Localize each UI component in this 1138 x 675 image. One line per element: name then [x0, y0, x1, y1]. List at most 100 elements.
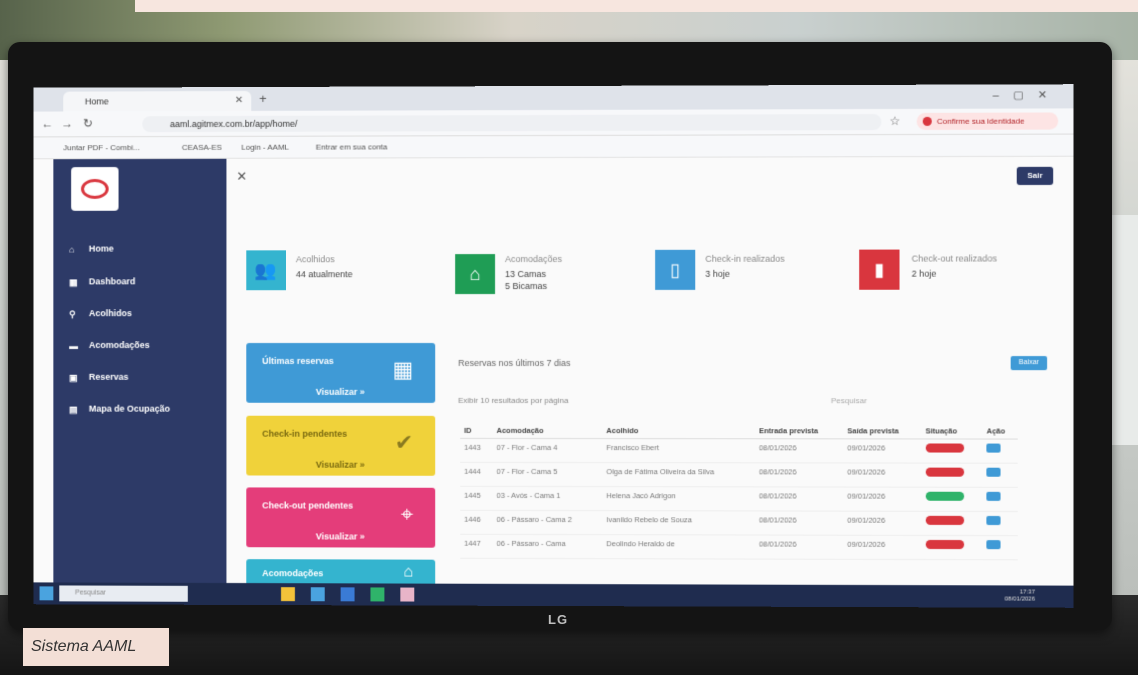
bookmark-item[interactable]: Login - AAML	[241, 143, 289, 152]
url-field[interactable]: aaml.agitmex.com.br/app/home/	[142, 113, 882, 133]
cell-entrada: 08/01/2026	[754, 510, 844, 536]
taskbar-search[interactable]: Pesquisar	[59, 585, 188, 602]
taskbar-app-icon[interactable]	[310, 587, 325, 602]
table-header-row: ID Acomodação Acolhido Entrada prevista …	[460, 422, 1018, 440]
taskbar-app-icon[interactable]	[400, 587, 415, 602]
taskbar-app-icon[interactable]	[281, 587, 295, 602]
page-size-control[interactable]: Exibir 10 resultados por página	[458, 396, 568, 405]
bookmark-item[interactable]: CEASA-ES	[182, 143, 222, 152]
card-link[interactable]: Visualizar »	[316, 387, 365, 397]
per-page-select[interactable]: 10	[480, 396, 489, 405]
search-field[interactable]: Pesquisar	[831, 396, 867, 405]
view-action-button[interactable]	[986, 540, 1001, 550]
sidebar-item-label: Acomodações	[88, 340, 150, 350]
user-icon: ⚲	[69, 308, 76, 319]
browser-tab[interactable]: Home ✕	[63, 91, 252, 112]
sidebar-item-acomodacoes[interactable]: ▬ Acomodações	[69, 340, 150, 350]
sidebar-item-dashboard[interactable]: ▦ Dashboard	[69, 276, 135, 286]
bookmark-item[interactable]: Juntar PDF - Combi...	[63, 143, 139, 152]
cell-saida: 09/01/2026	[843, 462, 922, 488]
table-row: 1446 06 - Pássaro - Cama 2 Ivanildo Rebe…	[460, 510, 1018, 536]
stat-value-camas: 13 Camas	[505, 269, 547, 280]
status-badge	[925, 443, 964, 453]
logout-button[interactable]: Sair	[1016, 166, 1054, 186]
cell-entrada: 08/01/2026	[754, 535, 844, 560]
app-main: ⌂ Home ▦ Dashboard ⚲ Acolhidos ▬ Acomodações…	[33, 156, 1074, 608]
card-title: Acomodações	[262, 568, 324, 579]
calendar-icon: ▦	[392, 356, 414, 382]
cell-entrada: 08/01/2026	[754, 462, 844, 488]
back-icon[interactable]: ←	[42, 117, 54, 131]
calendar-icon: ▣	[69, 372, 78, 383]
browser-address-bar: ← → ↻ aaml.agitmex.com.br/app/home/ ☆ Co…	[33, 108, 1074, 138]
identity-button[interactable]: Confirme sua identidade	[916, 112, 1059, 130]
tab-title: Home	[84, 96, 109, 107]
cell-status	[921, 438, 983, 464]
status-badge	[925, 467, 964, 477]
cell-entrada: 08/01/2026	[754, 486, 844, 512]
window-controls[interactable]: –▢✕	[993, 88, 1062, 101]
column-header[interactable]: ID	[460, 422, 493, 439]
app-logo[interactable]	[71, 167, 119, 211]
taskbar-clock[interactable]: 17:37 08/01/2026	[1005, 589, 1035, 603]
reload-icon[interactable]: ↻	[83, 116, 93, 130]
stat-value-checkout: 2 hoje	[911, 268, 937, 279]
sidebar-item-label: Dashboard	[88, 276, 136, 287]
door-icon: ▯	[655, 249, 696, 290]
column-header[interactable]: Situação	[921, 423, 983, 440]
new-tab-icon[interactable]: +	[259, 91, 267, 106]
sidebar-item-acolhidos[interactable]: ⚲ Acolhidos	[69, 308, 132, 318]
view-action-button[interactable]	[986, 491, 1001, 501]
sidebar-item-home[interactable]: ⌂ Home	[69, 244, 113, 254]
header-band	[135, 0, 1138, 12]
reservations-table: ID Acomodação Acolhido Entrada prevista …	[460, 422, 1018, 560]
stat-value-checkin: 3 hoje	[705, 268, 730, 279]
download-label: Baixar	[1018, 359, 1039, 367]
table-row: 1444 07 - Flor - Cama 5 Olga de Fátima O…	[460, 462, 1018, 488]
card-checkin-pendentes[interactable]: Check-in pendentes ✔ Visualizar »	[246, 415, 436, 476]
view-action-button[interactable]	[986, 515, 1001, 526]
monitor-screen: Home ✕ + –▢✕ ← → ↻ aaml.agitmex.com.br/a…	[33, 84, 1074, 608]
column-header[interactable]: Saída prevista	[843, 423, 922, 439]
close-sidebar-icon[interactable]: ✕	[236, 169, 247, 185]
cell-status	[921, 535, 983, 560]
view-action-button[interactable]	[986, 443, 1001, 453]
cell-status	[921, 487, 983, 512]
cell-action	[982, 439, 1018, 464]
cell-acolhido: Francisco Ebert	[602, 438, 755, 463]
view-action-button[interactable]	[986, 467, 1001, 477]
bookmark-star-icon[interactable]: ☆	[889, 114, 900, 128]
column-header[interactable]: Acolhido	[602, 423, 755, 439]
photo-caption: Sistema AAML	[23, 628, 169, 666]
sidebar: ⌂ Home ▦ Dashboard ⚲ Acolhidos ▬ Acomodações…	[53, 158, 227, 605]
card-title: Últimas reservas	[262, 355, 334, 366]
card-link[interactable]: Visualizar »	[316, 460, 365, 470]
sidebar-item-label: Reservas	[88, 371, 129, 382]
download-button[interactable]: Baixar	[1010, 356, 1048, 371]
sidebar-item-label: Home	[88, 243, 114, 254]
cell-acomodacao: 06 - Pássaro - Cama 2	[492, 510, 603, 535]
status-badge	[925, 491, 964, 501]
identity-label: Confirme sua identidade	[936, 116, 1025, 126]
column-header[interactable]: Acomodação	[492, 422, 603, 439]
status-badge	[925, 539, 964, 550]
logout-label: Sair	[1027, 170, 1043, 180]
column-header[interactable]: Entrada prevista	[754, 423, 844, 439]
taskbar-app-icon[interactable]	[370, 587, 385, 602]
taskbar-app-icon[interactable]	[340, 587, 355, 602]
forward-icon[interactable]: →	[61, 116, 73, 130]
cell-id: 1447	[460, 534, 493, 559]
card-checkout-pendentes[interactable]: Check-out pendentes ⌖ Visualizar »	[246, 487, 436, 548]
sidebar-item-reservas[interactable]: ▣ Reservas	[69, 372, 128, 382]
door-exit-icon: ▮	[859, 249, 900, 290]
clock-date: 08/01/2026	[1004, 596, 1035, 603]
clock-time: 17:37	[1019, 589, 1035, 596]
start-button[interactable]	[39, 586, 54, 601]
bookmark-item[interactable]: Entrar em sua conta	[316, 142, 388, 151]
card-ultimas-reservas[interactable]: Últimas reservas ▦ Visualizar »	[246, 343, 436, 403]
sidebar-item-mapa[interactable]: ▤ Mapa de Ocupação	[69, 404, 170, 414]
card-link[interactable]: Visualizar »	[316, 531, 365, 541]
stat-title-checkin: Check-in realizados	[705, 253, 785, 264]
tab-close-icon[interactable]: ✕	[235, 95, 243, 106]
column-header[interactable]: Ação	[982, 423, 1018, 440]
